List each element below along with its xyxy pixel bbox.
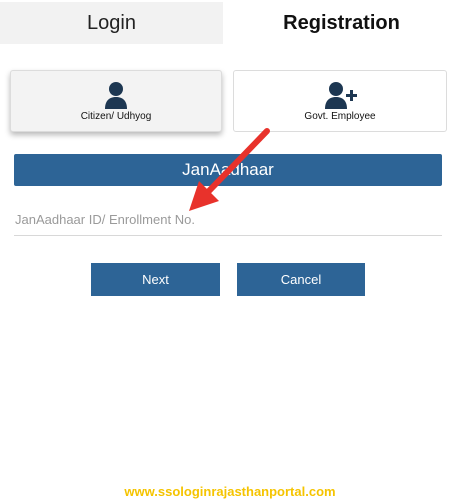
user-add-icon <box>325 82 357 109</box>
footer-url: www.ssologinrajasthanportal.com <box>124 484 336 499</box>
section-header-janaadhaar: JanAadhaar <box>14 154 442 186</box>
govt-employee-label: Govt. Employee <box>304 111 376 122</box>
section-header-label: JanAadhaar <box>182 160 274 179</box>
tab-registration-label: Registration <box>283 11 400 34</box>
next-button[interactable]: Next <box>91 263 220 296</box>
citizen-udhyog-option[interactable]: Citizen/ Udhyog <box>10 70 222 132</box>
janaadhaar-id-input[interactable] <box>14 204 442 236</box>
citizen-udhyog-label: Citizen/ Udhyog <box>80 111 152 122</box>
cancel-button[interactable]: Cancel <box>237 263 365 296</box>
tab-registration[interactable]: Registration <box>223 2 460 44</box>
tab-login[interactable]: Login <box>0 2 223 44</box>
tab-login-label: Login <box>87 11 136 34</box>
user-icon <box>105 82 127 109</box>
govt-employee-option[interactable]: Govt. Employee <box>233 70 447 132</box>
